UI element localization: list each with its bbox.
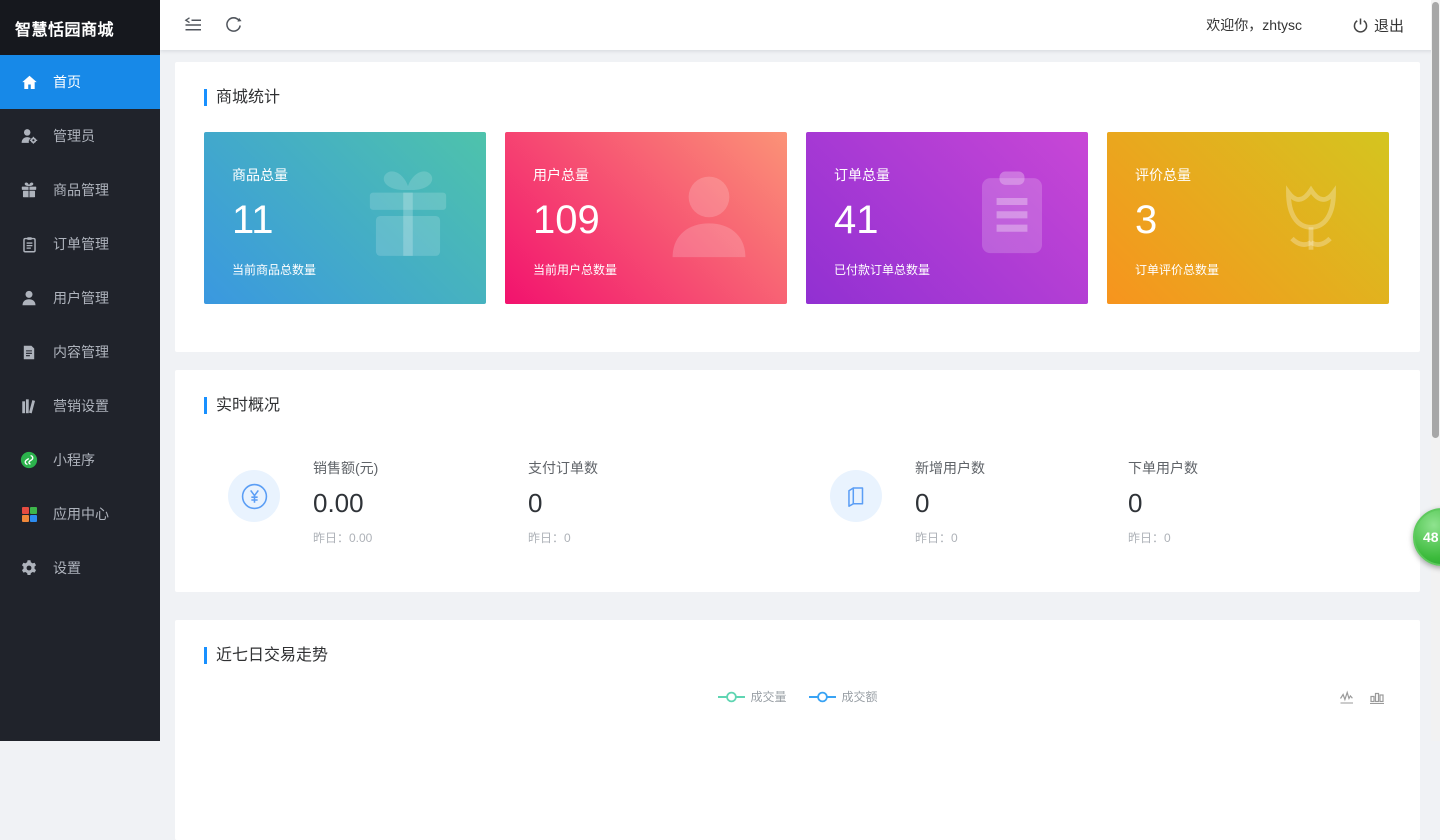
bar-chart-icon[interactable] — [1369, 690, 1386, 706]
stat-ordering-users: 下单用户数 0 昨日：0 — [1128, 458, 1198, 546]
stat-value: 0 — [528, 488, 598, 519]
sidebar-item-admin[interactable]: 管理员 — [0, 109, 160, 163]
stat-yesterday: 昨日：0 — [915, 529, 985, 546]
person-icon — [657, 164, 761, 268]
card-goods-total[interactable]: 商品总量 11 当前商品总数量 — [204, 132, 486, 304]
sidebar-item-users[interactable]: 用户管理 — [0, 271, 160, 325]
sidebar-item-label: 小程序 — [53, 450, 95, 470]
realtime-panel: 实时概况 销售额(元) 0.00 昨日：0.00 支付订单数 0 昨日：0 新增… — [175, 370, 1420, 592]
sidebar-item-label: 用户管理 — [53, 288, 109, 308]
card-users-total[interactable]: 用户总量 109 当前用户总数量 — [505, 132, 787, 304]
stat-paid-orders: 支付订单数 0 昨日：0 — [528, 458, 598, 546]
legend-label: 成交量 — [750, 688, 786, 705]
sidebar-item-orders[interactable]: 订单管理 — [0, 217, 160, 271]
stat-value: 0 — [1128, 488, 1198, 519]
goods-icon — [20, 181, 38, 199]
stat-label: 下单用户数 — [1128, 458, 1198, 478]
sidebar-item-label: 管理员 — [53, 126, 95, 146]
app-logo: 智慧恬园商城 — [0, 0, 160, 55]
settings-icon — [20, 559, 38, 577]
chart-legend: 成交量 成交额 — [717, 688, 877, 705]
collapse-sidebar-icon[interactable] — [182, 14, 204, 36]
section-title-trend: 近七日交易走势 — [204, 647, 328, 664]
card-orders-total[interactable]: 订单总量 41 已付款订单总数量 — [806, 132, 1088, 304]
section-title-stats: 商城统计 — [204, 89, 280, 106]
badge-value: 48 — [1423, 529, 1439, 545]
sidebar-item-label: 订单管理 — [53, 234, 109, 254]
sidebar-item-label: 首页 — [53, 72, 81, 92]
legend-amount[interactable]: 成交额 — [809, 688, 878, 705]
sidebar-item-label: 营销设置 — [53, 396, 109, 416]
orders-icon — [20, 235, 38, 253]
content-icon — [20, 343, 38, 361]
stat-sales: 销售额(元) 0.00 昨日：0.00 — [313, 458, 378, 546]
door-icon — [830, 470, 882, 522]
sidebar-item-settings[interactable]: 设置 — [0, 541, 160, 595]
flower-icon — [1259, 164, 1363, 268]
refresh-icon[interactable] — [222, 14, 244, 36]
clipboard-icon — [962, 164, 1062, 264]
legend-label: 成交额 — [842, 688, 878, 705]
sidebar-item-home[interactable]: 首页 — [0, 55, 160, 109]
stat-cards-row: 商品总量 11 当前商品总数量 用户总量 109 当前用户总数量 订单总量 41… — [204, 132, 1389, 304]
power-icon — [1352, 17, 1369, 34]
stat-label: 支付订单数 — [528, 458, 598, 478]
sidebar-item-marketing[interactable]: 营销设置 — [0, 379, 160, 433]
sidebar-item-label: 设置 — [53, 558, 81, 578]
marketing-icon — [20, 397, 38, 415]
legend-marker-volume — [717, 691, 744, 703]
welcome-text: 欢迎你，zhtysc — [1206, 15, 1302, 35]
scrollbar-thumb[interactable] — [1432, 2, 1439, 438]
stat-label: 销售额(元) — [313, 458, 378, 478]
vertical-scrollbar[interactable] — [1431, 0, 1440, 741]
logout-button[interactable]: 退出 — [1352, 15, 1404, 36]
stat-yesterday: 昨日：0.00 — [313, 529, 378, 546]
stat-value: 0 — [915, 488, 985, 519]
stat-yesterday: 昨日：0 — [1128, 529, 1198, 546]
card-reviews-total[interactable]: 评价总量 3 订单评价总数量 — [1107, 132, 1389, 304]
legend-volume[interactable]: 成交量 — [717, 688, 786, 705]
chart-toolbox — [1339, 690, 1386, 706]
section-title-realtime: 实时概况 — [204, 397, 280, 414]
legend-marker-amount — [809, 691, 836, 703]
stat-yesterday: 昨日：0 — [528, 529, 598, 546]
sidebar-item-miniprogram[interactable]: 小程序 — [0, 433, 160, 487]
sidebar-item-label: 应用中心 — [53, 504, 109, 524]
sidebar-item-goods[interactable]: 商品管理 — [0, 163, 160, 217]
users-icon — [20, 289, 38, 307]
stat-label: 新增用户数 — [915, 458, 985, 478]
sidebar: 智慧恬园商城 首页 管理员 商品管理 订单管理 用户管理 内容管理 — [0, 0, 160, 741]
sidebar-item-label: 内容管理 — [53, 342, 109, 362]
stat-new-users: 新增用户数 0 昨日：0 — [915, 458, 985, 546]
admin-icon — [20, 127, 38, 145]
yen-circle-icon — [228, 470, 280, 522]
miniprogram-icon — [20, 451, 38, 469]
sidebar-item-label: 商品管理 — [53, 180, 109, 200]
topbar: 欢迎你，zhtysc 退出 — [160, 0, 1440, 50]
line-chart-icon[interactable] — [1339, 690, 1356, 706]
apps-icon — [20, 505, 38, 523]
mall-stats-panel: 商城统计 商品总量 11 当前商品总数量 用户总量 109 当前用户总数量 订单… — [175, 62, 1420, 352]
sidebar-item-apps[interactable]: 应用中心 — [0, 487, 160, 541]
logout-label: 退出 — [1374, 15, 1404, 36]
stat-value: 0.00 — [313, 488, 378, 519]
gift-icon — [356, 164, 460, 268]
sidebar-item-content[interactable]: 内容管理 — [0, 325, 160, 379]
trend-panel: 近七日交易走势 成交量 成交额 — [175, 620, 1420, 840]
home-icon — [20, 73, 38, 91]
